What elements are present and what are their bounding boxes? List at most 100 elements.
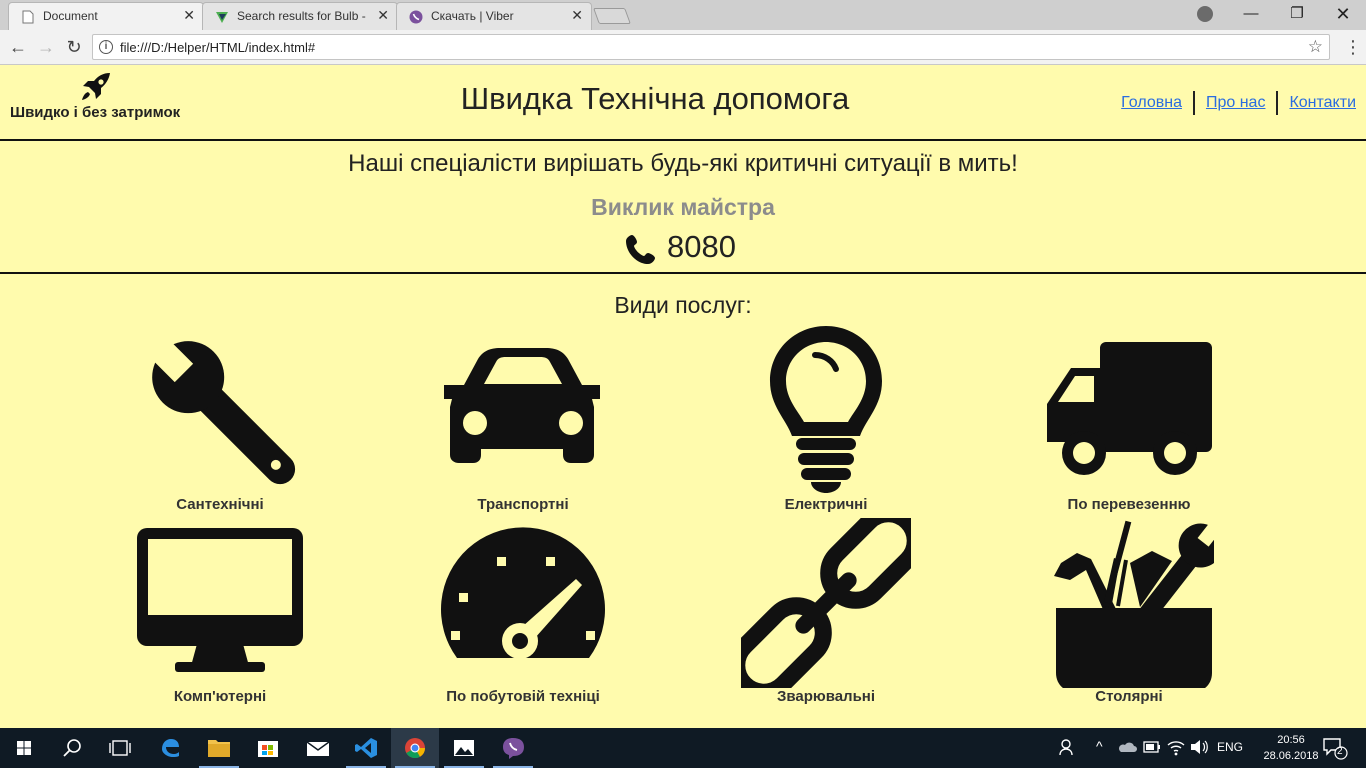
taskbar-mail[interactable]	[293, 728, 341, 768]
page-content: Швидко і без затримок Швидка Технічна до…	[0, 66, 1366, 728]
restore-icon[interactable]: ❐	[1274, 0, 1320, 30]
tagline: Наші спеціалісти вирішать будь-які крити…	[348, 150, 1018, 177]
tab-title: Search results for Bulb - F	[237, 9, 369, 23]
service-label: Транспортні	[477, 496, 569, 513]
logo-text: Швидко і без затримок	[10, 104, 181, 121]
service-plumbing[interactable]: Сантехнічні	[90, 324, 350, 514]
reload-icon[interactable]: ↻	[62, 36, 86, 58]
tab-document[interactable]: Document ✕	[8, 2, 204, 30]
chevron-up-icon[interactable]: ^	[1096, 738, 1103, 754]
service-appliances[interactable]: По побутовій техніці	[393, 518, 653, 708]
volume-icon[interactable]	[1189, 738, 1209, 759]
search-button[interactable]	[48, 728, 96, 768]
wifi-icon[interactable]	[1166, 738, 1186, 759]
service-computer[interactable]: Комп'ютерні	[90, 518, 350, 708]
url-text[interactable]: file:///D:/Helper/HTML/index.html#	[120, 40, 315, 55]
service-label: Столярні	[1095, 688, 1163, 705]
mail-icon	[306, 741, 330, 756]
new-tab-button[interactable]	[593, 8, 631, 24]
photos-icon	[454, 740, 474, 756]
logo[interactable]: Швидко і без затримок	[0, 66, 192, 140]
service-carpentry[interactable]: Столярні	[999, 518, 1259, 708]
taskbar-vscode[interactable]	[342, 728, 390, 768]
action-center-button[interactable]: 2	[1322, 736, 1348, 763]
service-label: Комп'ютерні	[173, 688, 267, 705]
close-tab-icon[interactable]: ✕	[183, 7, 195, 24]
close-window-icon[interactable]: ✕	[1320, 0, 1366, 30]
notification-icon	[1323, 738, 1348, 760]
taskbar-chrome[interactable]	[391, 728, 439, 768]
service-transport[interactable]: Транспортні	[393, 324, 653, 514]
car-icon	[444, 348, 600, 463]
windows-icon	[17, 741, 31, 755]
toolbox-icon	[1054, 520, 1214, 688]
people-icon[interactable]	[1058, 737, 1078, 760]
close-tab-icon[interactable]: ✕	[571, 7, 583, 24]
rocket-icon	[82, 73, 110, 100]
viber-icon	[503, 738, 524, 759]
service-label: По перевезенню	[1067, 496, 1191, 513]
service-label: Зварювальні	[776, 688, 876, 705]
back-icon[interactable]: ←	[6, 36, 30, 58]
minimize-icon[interactable]: —	[1228, 0, 1274, 30]
task-view-icon	[109, 740, 131, 756]
page-title: Швидка Технічна допомога	[460, 81, 850, 116]
phone-number-link[interactable]: 8080	[620, 229, 760, 267]
bulb-icon	[770, 326, 882, 493]
freepik-icon	[216, 12, 228, 23]
site-info-icon[interactable]: i	[99, 40, 113, 54]
close-tab-icon[interactable]: ✕	[377, 7, 389, 24]
service-electrical[interactable]: Електричні	[696, 324, 956, 514]
nav-link-contacts[interactable]: Контакти	[1276, 91, 1356, 115]
battery-icon[interactable]	[1143, 741, 1161, 756]
nav-link-home[interactable]: Головна	[1110, 91, 1193, 115]
clock-time: 20:56	[1277, 734, 1305, 746]
service-label: По побутовій техніці	[446, 688, 600, 705]
search-icon	[63, 739, 81, 757]
clock[interactable]: 20:56 28.06.2018	[1262, 732, 1320, 764]
folder-icon	[208, 740, 230, 757]
menu-icon[interactable]: ⋮	[1344, 38, 1362, 56]
service-moving[interactable]: По перевезенню	[999, 324, 1259, 514]
taskbar-photos[interactable]	[440, 728, 488, 768]
service-welding[interactable]: Зварювальні	[696, 518, 956, 708]
service-label: Електричні	[784, 496, 868, 513]
chain-icon	[741, 518, 911, 688]
start-button[interactable]	[0, 728, 48, 768]
page-icon	[22, 10, 34, 24]
tab-viber[interactable]: Скачать | Viber ✕	[396, 2, 592, 30]
forward-icon[interactable]: →	[34, 36, 58, 58]
gauge-icon	[441, 527, 605, 659]
taskbar-edge[interactable]	[146, 728, 194, 768]
phone-number: 8080	[667, 229, 736, 264]
wrench-icon	[146, 335, 296, 485]
service-label: Сантехнічні	[176, 496, 264, 513]
chrome-icon	[405, 738, 426, 759]
tab-title: Document	[43, 9, 98, 23]
nav-link-about[interactable]: Про нас	[1192, 91, 1276, 115]
address-bar[interactable]: i file:///D:/Helper/HTML/index.html# ☆	[92, 34, 1330, 60]
taskbar: ^ ENG 20:56 28.06.2018 2	[0, 728, 1366, 768]
tab-title: Скачать | Viber	[431, 9, 514, 23]
phone-icon	[626, 235, 655, 264]
notification-count: 2	[1337, 746, 1343, 757]
taskbar-store[interactable]	[244, 728, 292, 768]
clock-date: 28.06.2018	[1263, 750, 1319, 762]
truck-icon	[1047, 342, 1212, 475]
profile-icon[interactable]	[1197, 6, 1213, 22]
browser-toolbar: ← → ↻ i file:///D:/Helper/HTML/index.htm…	[0, 30, 1366, 65]
monitor-icon	[137, 528, 303, 672]
task-view-button[interactable]	[96, 728, 144, 768]
divider	[0, 272, 1366, 274]
language-indicator[interactable]: ENG	[1217, 740, 1243, 754]
vscode-icon	[355, 738, 377, 758]
taskbar-viber[interactable]	[489, 728, 537, 768]
onedrive-icon[interactable]	[1117, 740, 1137, 757]
taskbar-file-explorer[interactable]	[195, 728, 243, 768]
edge-icon	[162, 739, 179, 757]
tab-search-results[interactable]: Search results for Bulb - F ✕	[202, 2, 398, 30]
bookmark-star-icon[interactable]: ☆	[1308, 37, 1323, 57]
main-nav: Головна Про нас Контакти	[1110, 91, 1356, 115]
call-label: Виклик майстра	[591, 194, 775, 220]
store-icon	[258, 741, 278, 757]
